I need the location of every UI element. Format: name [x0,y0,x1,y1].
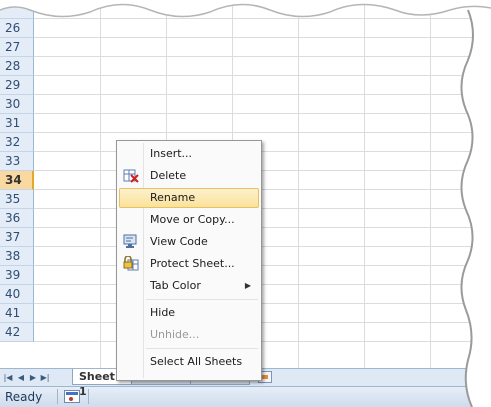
menu-item-label: Unhide... [150,328,200,341]
grid-line [100,0,101,368]
grid-line [34,94,491,95]
row-header-31[interactable]: 31 [0,114,34,133]
protect-sheet-icon [123,255,139,271]
grid-line [34,303,491,304]
row-header-29[interactable]: 29 [0,76,34,95]
menu-separator [146,348,258,349]
row-header-40[interactable]: 40 [0,285,34,304]
grid-line [34,75,491,76]
first-sheet-icon[interactable]: |◀ [3,371,13,384]
row-header-28[interactable]: 28 [0,57,34,76]
menu-item-label: Protect Sheet... [150,257,235,270]
record-macro-icon[interactable] [64,390,80,403]
grid-line [34,246,491,247]
next-sheet-icon[interactable]: ▶ [28,371,38,384]
status-separator [88,389,89,404]
row-header-33[interactable]: 33 [0,152,34,171]
menu-separator [146,299,258,300]
row-header-32[interactable]: 32 [0,133,34,152]
menu-item-label: Delete [150,169,187,182]
sheet-context-menu: Insert... Delete Rename Move or Copy... [116,140,262,381]
row-header-partial [0,0,34,19]
delete-sheet-icon [123,168,139,183]
submenu-arrow-icon: ▶ [244,281,251,290]
grid-line [34,265,491,266]
menu-item-select-all-sheets[interactable]: Select All Sheets [119,352,259,372]
grid-line [430,0,431,368]
grid-line [34,18,491,19]
row-header-30[interactable]: 30 [0,95,34,114]
menu-item-label: Insert... [150,147,193,160]
row-header-34-active[interactable]: 34 [0,171,34,190]
view-code-icon [123,234,139,249]
status-separator [57,389,58,404]
row-header-27[interactable]: 27 [0,38,34,57]
menu-item-move-or-copy[interactable]: Move or Copy... [119,210,259,230]
row-header-37[interactable]: 37 [0,228,34,247]
row-header-38[interactable]: 38 [0,247,34,266]
grid-line [34,56,491,57]
row-header-42[interactable]: 42 [0,323,34,342]
menu-item-view-code[interactable]: View Code [119,232,259,252]
grid-line [34,37,491,38]
grid-line [34,227,491,228]
grid-line [364,0,365,368]
menu-item-rename[interactable]: Rename [119,188,259,208]
menu-item-delete[interactable]: Delete [119,166,259,186]
row-header-39[interactable]: 39 [0,266,34,285]
grid-line [34,151,491,152]
excel-window: 26 27 28 29 30 31 32 33 34 35 36 37 38 3… [0,0,491,407]
grid-line [34,189,491,190]
menu-item-label: View Code [150,235,208,248]
menu-item-label: Move or Copy... [150,213,235,226]
row-header-35[interactable]: 35 [0,190,34,209]
grid-line [34,113,491,114]
menu-item-label: Select All Sheets [150,355,243,368]
previous-sheet-icon[interactable]: ◀ [16,371,26,384]
grid-line [34,284,491,285]
grid-line [34,208,491,209]
status-bar: Ready [0,386,491,407]
menu-item-label: Tab Color [150,279,201,292]
row-header-36[interactable]: 36 [0,209,34,228]
menu-item-insert[interactable]: Insert... [119,144,259,164]
grid-line [298,0,299,368]
grid-line [34,170,491,171]
row-header-26[interactable]: 26 [0,19,34,38]
grid-line [34,322,491,323]
grid-line [34,132,491,133]
row-header-41[interactable]: 41 [0,304,34,323]
menu-item-unhide: Unhide... [119,325,259,345]
menu-item-tab-color[interactable]: Tab Color ▶ [119,276,259,296]
menu-item-label: Hide [150,306,176,319]
menu-item-hide[interactable]: Hide [119,303,259,323]
last-sheet-icon[interactable]: ▶| [40,371,50,384]
menu-item-label: Rename [150,191,196,204]
menu-item-protect-sheet[interactable]: Protect Sheet... [119,254,259,274]
grid-line [34,341,491,342]
status-text: Ready [5,390,43,404]
